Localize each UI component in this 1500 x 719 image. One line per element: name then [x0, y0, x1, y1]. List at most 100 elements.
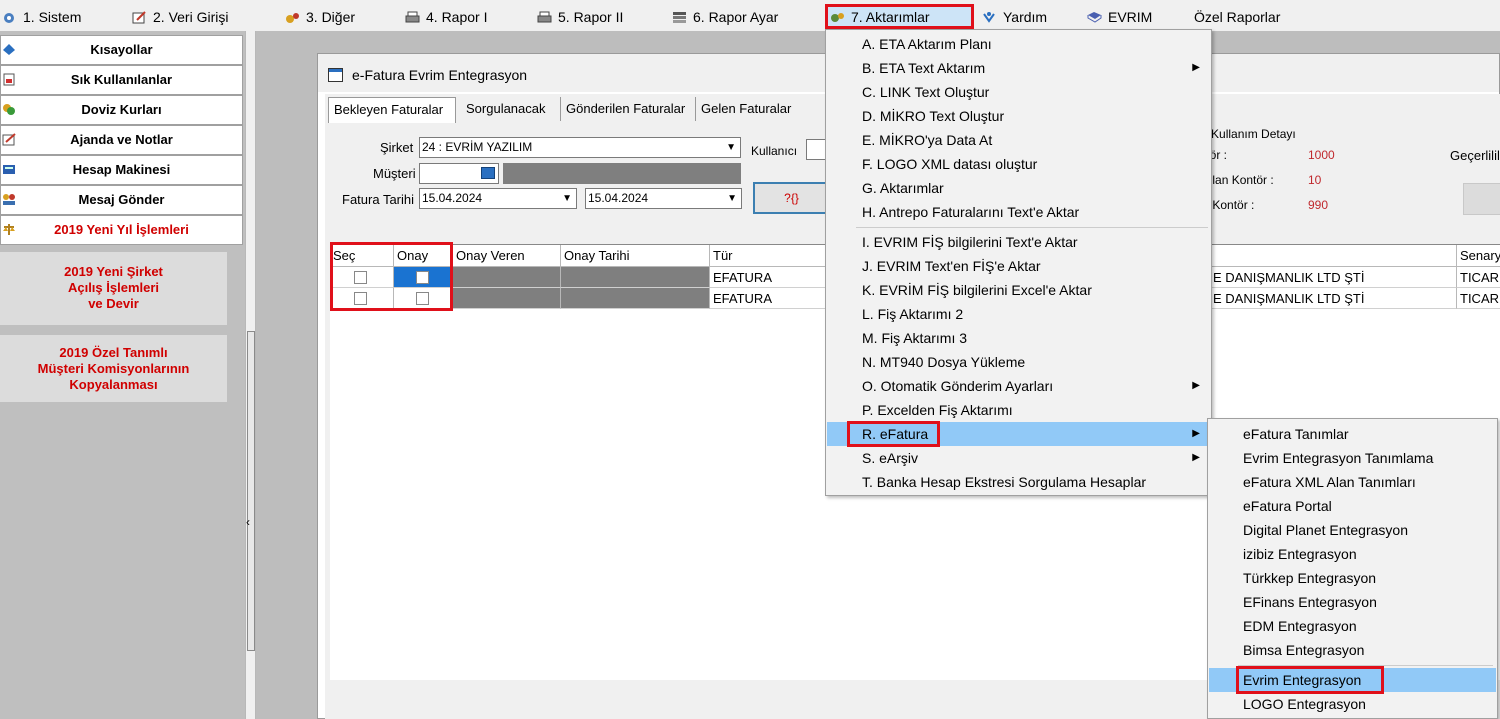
- col-header-unvan[interactable]: [1210, 245, 1457, 267]
- table-cell-senaryo: TICAR: [1457, 267, 1500, 288]
- query-button[interactable]: ?{}: [753, 182, 830, 214]
- menu-item-otomatik-gonderim[interactable]: O. Otomatik Gönderim Ayarları ▶: [827, 374, 1210, 398]
- menu-rapor-1[interactable]: 4. Rapor I: [405, 6, 487, 28]
- menu-item-eta-text-aktarim[interactable]: B. ETA Text Aktarım ▶: [827, 56, 1210, 80]
- submenu-item-bimsa[interactable]: Bimsa Entegrasyon: [1209, 638, 1496, 662]
- menu-item-label: P. Excelden Fiş Aktarımı: [862, 402, 1013, 418]
- submenu-item-edm[interactable]: EDM Entegrasyon: [1209, 614, 1496, 638]
- menu-item-mikro-data[interactable]: E. MİKRO'ya Data At: [827, 128, 1210, 152]
- efatura-submenu: eFatura Tanımlar Evrim Entegrasyon Tanım…: [1207, 418, 1498, 719]
- submenu-item-turkkep[interactable]: Türkkep Entegrasyon: [1209, 566, 1496, 590]
- submenu-item-label: LOGO Entegrasyon: [1243, 696, 1366, 712]
- menu-item-evrim-text-fis[interactable]: J. EVRIM Text'en FİŞ'e Aktar: [827, 254, 1210, 278]
- date-to-picker[interactable]: 15.04.2024 ▼: [585, 188, 742, 209]
- menu-ozel-raporlar-label: Özel Raporlar: [1194, 9, 1281, 25]
- musteri-komisyon-kopyalama-button[interactable]: 2019 Özel Tanımlı Müşteri Komisyonlarını…: [0, 335, 227, 402]
- help-icon: [983, 12, 995, 23]
- sirket-value: 24 : EVRİM YAZILIM: [422, 140, 533, 154]
- menu-evrim[interactable]: EVRIM: [1087, 6, 1152, 28]
- submenu-item-efatura-tanimlar[interactable]: eFatura Tanımlar: [1209, 422, 1496, 446]
- musteri-input[interactable]: [419, 163, 499, 184]
- menu-rapor-1-label: 4. Rapor I: [426, 9, 488, 25]
- submenu-item-label: Türkkep Entegrasyon: [1243, 570, 1377, 586]
- menu-yardim[interactable]: Yardım: [982, 6, 1047, 28]
- gecerlilik-label: Geçerlilil: [1450, 148, 1500, 163]
- sidebar-item-doviz-kurlari[interactable]: Doviz Kurları: [0, 95, 243, 125]
- menu-rapor-ayar[interactable]: 6. Rapor Ayar: [672, 6, 778, 28]
- menu-item-aktarimlar[interactable]: G. Aktarımlar: [827, 176, 1210, 200]
- currency-icon: [3, 104, 15, 115]
- menu-item-fis-aktarimi-2[interactable]: L. Fiş Aktarımı 2: [827, 302, 1210, 326]
- lookup-icon[interactable]: [481, 167, 495, 179]
- menu-item-excelden-fis[interactable]: P. Excelden Fiş Aktarımı: [827, 398, 1210, 422]
- menu-sistem-label: 1. Sistem: [23, 9, 82, 25]
- printer-icon: [537, 11, 552, 23]
- menu-item-link-text[interactable]: C. LINK Text Oluştur: [827, 80, 1210, 104]
- tab-gonderilen-faturalar[interactable]: Gönderilen Faturalar: [561, 97, 696, 121]
- window-icon: [328, 68, 343, 82]
- submenu-item-evrim-tanimlama[interactable]: Evrim Entegrasyon Tanımlama: [1209, 446, 1496, 470]
- book-icon: [1087, 12, 1102, 23]
- submenu-item-label: Bimsa Entegrasyon: [1243, 642, 1365, 658]
- menu-item-mikro-text[interactable]: D. MİKRO Text Oluştur: [827, 104, 1210, 128]
- menu-item-evrim-fis-excel[interactable]: K. EVRİM FİŞ bilgilerini Excel'e Aktar: [827, 278, 1210, 302]
- sirket-select[interactable]: 24 : EVRİM YAZILIM ▼: [419, 137, 741, 158]
- sidebar-item-kisayollar[interactable]: Kısayollar: [0, 35, 243, 65]
- printer-icon: [405, 11, 420, 23]
- menu-rapor-2[interactable]: 5. Rapor II: [537, 6, 623, 28]
- sidebar-item-label: Hesap Makinesi: [72, 162, 171, 177]
- menu-veri-girisi[interactable]: 2. Veri Girişi: [132, 6, 228, 28]
- menu-item-label: N. MT940 Dosya Yükleme: [862, 354, 1026, 370]
- submenu-item-efinans[interactable]: EFinans Entegrasyon: [1209, 590, 1496, 614]
- sidebar-item-label: Ajanda ve Notlar: [70, 132, 173, 147]
- tab-sorgulanacak[interactable]: Sorgulanacak: [461, 97, 561, 121]
- submenu-item-izibiz[interactable]: izibiz Entegrasyon: [1209, 542, 1496, 566]
- edit-icon: [132, 11, 146, 24]
- col-header-senaryo[interactable]: Senary: [1457, 245, 1500, 267]
- notes-icon: [2, 133, 16, 146]
- menu-item-eta-aktarim-plani[interactable]: A. ETA Aktarım Planı: [827, 32, 1210, 56]
- menu-rapor-2-label: 5. Rapor II: [558, 9, 624, 25]
- submenu-item-xml-alan[interactable]: eFatura XML Alan Tanımları: [1209, 470, 1496, 494]
- submenu-item-digital-planet[interactable]: Digital Planet Entegrasyon: [1209, 518, 1496, 542]
- musteri-label: Müşteri: [373, 166, 416, 181]
- collapse-arrow-icon[interactable]: ‹: [246, 515, 250, 529]
- menu-yardim-label: Yardım: [1003, 9, 1048, 25]
- sidebar-item-mesaj-gonder[interactable]: Mesaj Gönder: [0, 185, 243, 215]
- menu-rapor-ayar-label: 6. Rapor Ayar: [693, 9, 779, 25]
- menu-sistem[interactable]: 1. Sistem: [2, 6, 81, 28]
- panel-splitter[interactable]: ‹: [245, 31, 256, 719]
- menu-item-antrepo[interactable]: H. Antrepo Faturalarını Text'e Aktar: [827, 200, 1210, 224]
- menu-item-fis-aktarimi-3[interactable]: M. Fiş Aktarımı 3: [827, 326, 1210, 350]
- diamond-icon: [3, 44, 15, 55]
- submenu-item-efatura-portal[interactable]: eFatura Portal: [1209, 494, 1496, 518]
- sidebar-item-ajanda[interactable]: Ajanda ve Notlar: [0, 125, 243, 155]
- kontor-action-button[interactable]: [1463, 183, 1500, 215]
- tab-bekleyen-faturalar[interactable]: Bekleyen Faturalar: [328, 97, 456, 123]
- menu-item-evrim-fis-text[interactable]: I. EVRIM FİŞ bilgilerini Text'e Aktar: [827, 230, 1210, 254]
- submenu-item-logo-entegrasyon[interactable]: LOGO Entegrasyon: [1209, 692, 1496, 716]
- yeni-sirket-acilis-button[interactable]: 2019 Yeni Şirket Açılış İşlemleri ve Dev…: [0, 252, 227, 325]
- menu-item-earsiv[interactable]: S. eArşiv ▶: [827, 446, 1210, 470]
- menu-item-label: E. MİKRO'ya Data At: [862, 132, 993, 148]
- menu-item-logo-xml[interactable]: F. LOGO XML datası oluştur: [827, 152, 1210, 176]
- submenu-arrow-icon: ▶: [1192, 380, 1200, 391]
- menu-item-banka-hesap[interactable]: T. Banka Hesap Ekstresi Sorgulama Hesapl…: [827, 470, 1210, 494]
- sidebar-item-sik-kullanilanlar[interactable]: Sık Kullanılanlar: [0, 65, 243, 95]
- submenu-item-label: Digital Planet Entegrasyon: [1243, 522, 1408, 538]
- col-header-onay-tarihi[interactable]: Onay Tarihi: [561, 245, 710, 267]
- table-cell-unvan: E DANIŞMANLIK LTD ŞTİ: [1210, 267, 1457, 288]
- menu-ozel-raporlar[interactable]: Özel Raporlar: [1194, 6, 1280, 28]
- sidebar-item-yeni-yil-islemleri[interactable]: 2019 Yeni Yıl İşlemleri: [0, 215, 243, 245]
- tab-gelen-faturalar[interactable]: Gelen Faturalar: [696, 97, 831, 121]
- col-header-onay-veren[interactable]: Onay Veren: [453, 245, 561, 267]
- transfer-icon: [831, 13, 844, 22]
- menu-item-mt940[interactable]: N. MT940 Dosya Yükleme: [827, 350, 1210, 374]
- date-from-picker[interactable]: 15.04.2024 ▼: [419, 188, 577, 209]
- menu-aktarimlar[interactable]: 7. Aktarımlar: [830, 6, 930, 28]
- sidebar-item-hesap-makinesi[interactable]: Hesap Makinesi: [0, 155, 243, 185]
- menu-item-label: F. LOGO XML datası oluştur: [862, 156, 1038, 172]
- menu-diger[interactable]: 3. Diğer: [285, 6, 355, 28]
- sidebar-item-label: Doviz Kurları: [81, 102, 162, 117]
- splitter-handle[interactable]: [247, 331, 255, 651]
